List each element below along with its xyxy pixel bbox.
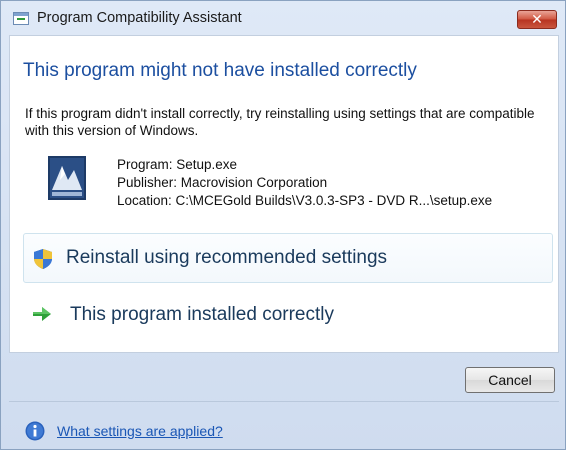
installed-correctly-option[interactable]: This program installed correctly [23,291,553,341]
reinstall-recommended-option[interactable]: Reinstall using recommended settings [23,233,553,283]
info-icon [25,421,45,441]
title-bar[interactable]: Program Compatibility Assistant ✕ [1,1,565,35]
dialog-message: If this program didn't install correctly… [25,106,535,138]
program-name: Program: Setup.exe [117,157,238,172]
cancel-button[interactable]: Cancel [465,367,555,393]
close-icon: ✕ [531,11,543,27]
program-publisher: Publisher: Macrovision Corporation [117,175,328,190]
reinstall-option-label: Reinstall using recommended settings [66,247,388,268]
program-location: Location: C:\MCEGold Builds\V3.0.3-SP3 -… [117,193,493,208]
program-details: Program: Setup.exe Publisher: Macrovisio… [117,156,492,210]
green-arrow-icon [33,307,51,321]
shield-icon [34,249,52,269]
window-title: Program Compatibility Assistant [37,10,242,26]
close-button[interactable]: ✕ [517,10,557,29]
button-area: Cancel [9,353,559,397]
compatibility-app-icon [13,12,29,25]
setup-program-icon [48,156,86,200]
dialog-window: Program Compatibility Assistant ✕ This p… [0,0,566,450]
installed-correctly-label: This program installed correctly [70,304,334,325]
footer-divider [9,401,559,402]
dialog-content: This program might not have installed co… [9,35,559,353]
dialog-headline: This program might not have installed co… [23,60,417,81]
what-settings-applied-link[interactable]: What settings are applied? [57,423,223,439]
